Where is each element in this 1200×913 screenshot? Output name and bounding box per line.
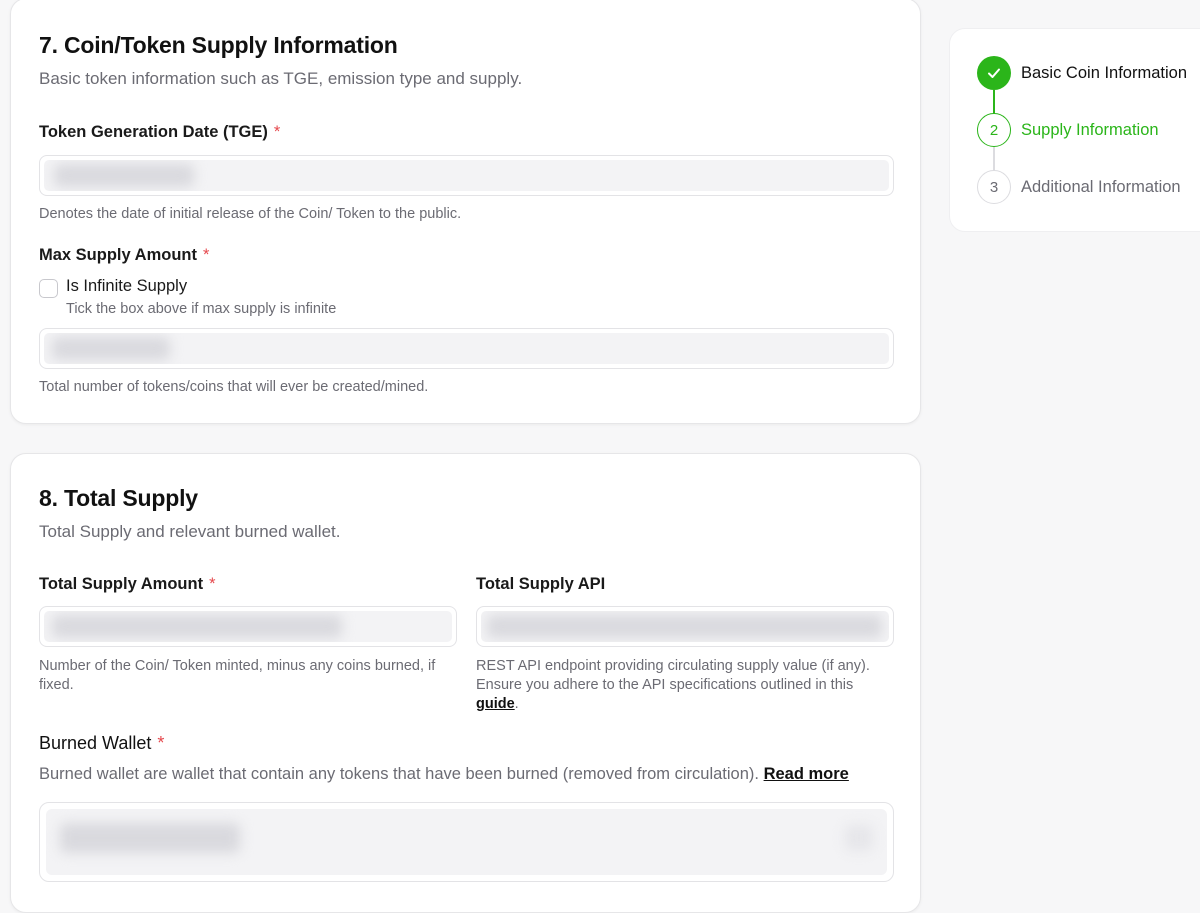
required-asterisk: * (273, 123, 281, 141)
infinite-supply-help: Tick the box above if max supply is infi… (66, 301, 337, 317)
step-label: Additional Information (1021, 177, 1181, 196)
burned-wallet-entry[interactable] (39, 802, 894, 882)
section-subtitle: Basic token information such as TGE, emi… (39, 69, 523, 88)
step-number: 2 (977, 113, 1011, 147)
step-basic-coin-information[interactable]: Basic Coin Information (977, 56, 1187, 90)
total-supply-amount-label: Total Supply Amount * (39, 575, 216, 593)
read-more-link[interactable]: Read more (764, 765, 849, 783)
guide-link[interactable]: guide (476, 696, 515, 712)
total-supply-amount-input[interactable] (39, 606, 457, 647)
max-supply-help-text: Total number of tokens/coins that will e… (39, 379, 429, 395)
burned-wallet-description: Burned wallet are wallet that contain an… (39, 765, 849, 783)
section-coin-token-supply-card: 7. Coin/Token Supply Information Basic t… (10, 0, 921, 424)
tge-date-input[interactable] (39, 155, 894, 196)
step-number: 3 (977, 170, 1011, 204)
total-supply-api-input[interactable] (476, 606, 894, 647)
total-supply-api-help: REST API endpoint providing circulating … (476, 658, 870, 712)
section-title: 8. Total Supply (39, 485, 198, 511)
max-supply-input[interactable] (39, 328, 894, 369)
section-total-supply-card: 8. Total Supply Total Supply and relevan… (10, 453, 921, 913)
step-supply-information[interactable]: 2 Supply Information (977, 113, 1159, 147)
section-subtitle: Total Supply and relevant burned wallet. (39, 522, 341, 541)
required-asterisk: * (209, 575, 216, 593)
step-label: Basic Coin Information (1021, 63, 1187, 82)
progress-stepper: Basic Coin Information 2 Supply Informat… (949, 28, 1200, 232)
step-label: Supply Information (1021, 120, 1159, 139)
tge-help-text: Denotes the date of initial release of t… (39, 206, 462, 222)
burned-wallet-label: Burned Wallet * (39, 733, 165, 753)
infinite-supply-checkbox-label[interactable]: Is Infinite Supply (66, 277, 187, 296)
total-supply-api-label: Total Supply API (476, 575, 606, 593)
check-icon (977, 56, 1011, 90)
step-additional-information[interactable]: 3 Additional Information (977, 170, 1181, 204)
tge-label: Token Generation Date (TGE) * (39, 123, 281, 141)
total-supply-amount-help: Number of the Coin/ Token minted, minus … (39, 658, 436, 693)
max-supply-label: Max Supply Amount * (39, 246, 210, 264)
required-asterisk: * (157, 733, 165, 753)
step-connector-pending (993, 147, 995, 172)
required-asterisk: * (202, 246, 210, 264)
infinite-supply-checkbox[interactable] (39, 279, 58, 298)
section-title: 7. Coin/Token Supply Information (39, 32, 398, 58)
